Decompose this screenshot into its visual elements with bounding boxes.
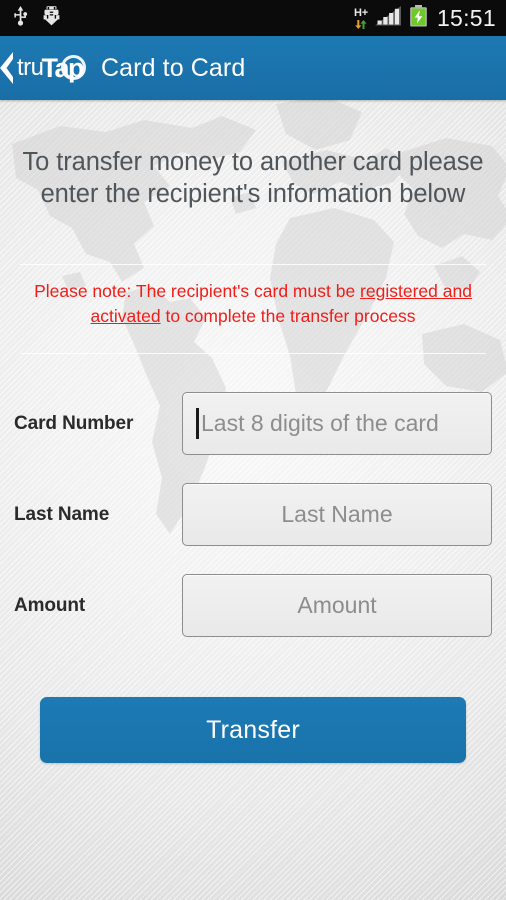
card-number-placeholder: Last 8 digits of the card: [201, 410, 439, 437]
transfer-button[interactable]: Transfer: [40, 697, 466, 764]
android-debug-icon: [41, 5, 62, 31]
form-row-card-number: Card Number Last 8 digits of the card: [14, 392, 492, 456]
network-hplus-icon: H+: [354, 6, 368, 29]
status-bar: H+ 15:51: [0, 0, 506, 36]
logo-text-tru: tru: [17, 54, 44, 81]
data-activity-arrows-icon: [354, 19, 368, 29]
last-name-placeholder: Last Name: [281, 501, 393, 528]
text-caret-icon: [196, 408, 199, 440]
status-bar-right-icons: H+ 15:51: [354, 4, 496, 32]
last-name-label: Last Name: [14, 503, 110, 525]
page-title: Card to Card: [101, 53, 246, 82]
signal-bars-icon: [374, 5, 402, 31]
status-bar-clock: 15:51: [436, 4, 496, 31]
amount-label: Amount: [14, 594, 86, 616]
status-bar-left-icons: [12, 5, 62, 31]
last-name-input[interactable]: Last Name: [182, 483, 492, 547]
content-area: To transfer money to another card please…: [0, 100, 506, 900]
network-type-label: H+: [354, 6, 368, 19]
intro-line-2: enter the recipient's information below: [40, 179, 466, 208]
form-row-last-name: Last Name Last Name: [14, 483, 492, 547]
card-number-input[interactable]: Last 8 digits of the card: [182, 392, 492, 456]
app-logo[interactable]: tru Tap: [17, 48, 86, 88]
logo-text-tap: Tap: [41, 52, 85, 83]
note-message: Please note: The recipient's card must b…: [0, 265, 506, 329]
battery-charging-icon: [409, 4, 428, 32]
action-bar: tru Tap Card to Card: [0, 36, 506, 100]
note-suffix-text: to complete the transfer process: [160, 305, 416, 326]
form-row-amount: Amount Amount: [14, 574, 492, 638]
usb-icon: [12, 5, 29, 31]
content-inner: To transfer money to another card please…: [0, 100, 506, 764]
transfer-button-container: Transfer: [0, 697, 506, 764]
intro-text: To transfer money to another card please…: [0, 100, 506, 211]
divider-bottom: [20, 353, 486, 355]
transfer-form: Card Number Last 8 digits of the card La…: [0, 392, 506, 638]
back-chevron-icon[interactable]: [0, 51, 16, 85]
app-screen: H+ 15:51 tru Tap Card to Card To transfe…: [0, 0, 506, 900]
note-prefix-text: Please note: The recipient's card must b…: [34, 280, 361, 301]
card-number-label: Card Number: [14, 412, 134, 434]
amount-placeholder: Amount: [297, 592, 377, 619]
amount-input[interactable]: Amount: [182, 574, 492, 638]
intro-line-1: To transfer money to another card please: [22, 148, 484, 176]
